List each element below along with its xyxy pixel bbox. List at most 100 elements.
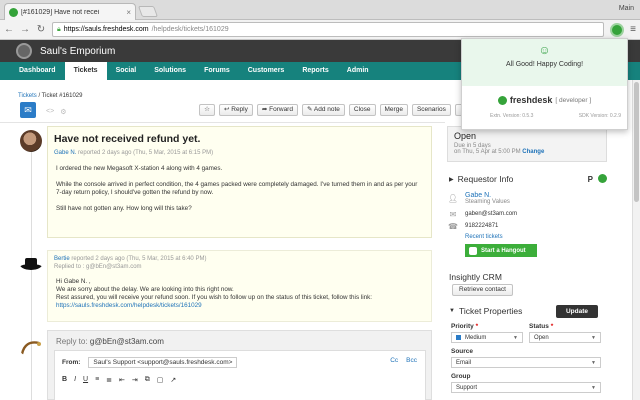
reply-button[interactable]: ↩ Reply <box>219 104 253 116</box>
change-due-link[interactable]: Change <box>522 149 544 155</box>
priority-select[interactable]: Medium ▼ <box>451 332 523 343</box>
underline-icon[interactable]: U <box>83 376 88 384</box>
scenarios-button[interactable]: Scenarios <box>411 104 451 116</box>
requester-heading-text: Requestor Info <box>457 174 514 184</box>
reply-greeting: Hi Gabe N. , <box>56 278 91 285</box>
star-button[interactable]: ☆ <box>199 104 215 116</box>
ticket-subject: Have not received refund yet. <box>54 133 201 145</box>
cc-link[interactable]: Cc <box>390 357 398 364</box>
nav-admin[interactable]: Admin <box>338 62 378 80</box>
breadcrumb-tickets-link[interactable]: Tickets <box>18 93 37 99</box>
from-select[interactable]: Saul's Support <support@sauls.freshdesk.… <box>88 357 238 368</box>
editor-toolbar: B I U ≡ ≣ ⇤ ⇥ ⧉ ▢ ↗ <box>62 376 425 384</box>
indent-icon[interactable]: ⇥ <box>132 376 138 384</box>
nav-tickets[interactable]: Tickets <box>64 62 107 80</box>
image-icon[interactable]: ▢ <box>157 376 164 384</box>
priority-group: Priority * Medium ▼ <box>451 320 523 343</box>
ticket-properties-text: Ticket Properties <box>458 306 523 316</box>
bullet-list-icon[interactable]: ≡ <box>95 376 99 384</box>
back-arrow-icon[interactable]: ← <box>4 24 14 35</box>
reply-editor[interactable]: From: Saul's Support <support@sauls.fres… <box>54 350 426 400</box>
source-select[interactable]: Email ▼ <box>451 357 601 368</box>
nav-customers[interactable]: Customers <box>239 62 294 80</box>
retrieve-contact-button[interactable]: Retrieve contact <box>452 284 513 296</box>
settings-icon[interactable]: ⚙ <box>60 108 66 116</box>
ticket-body: I ordered the new Megasoft X-station 4 a… <box>56 165 423 213</box>
ticket-author-link[interactable]: Gabe N. <box>54 150 76 156</box>
nav-dashboard[interactable]: Dashboard <box>10 62 65 80</box>
nav-reports[interactable]: Reports <box>293 62 337 80</box>
mail-icon: ✉ <box>449 209 457 219</box>
collapse-triangle-icon: ▼ <box>449 308 455 314</box>
url-host: https://sauls.freshdesk.com <box>63 26 149 33</box>
agent-reply: Bertie reported 2 days ago (Thu, 5 Mar, … <box>47 250 432 322</box>
italic-icon[interactable]: I <box>74 376 76 384</box>
nav-solutions[interactable]: Solutions <box>145 62 195 80</box>
nav-social[interactable]: Social <box>107 62 146 80</box>
group-select[interactable]: Support ▼ <box>451 382 601 393</box>
chevron-down-icon: ▼ <box>591 384 596 391</box>
outdent-icon[interactable]: ⇤ <box>119 376 125 384</box>
requester-email-row: ✉ gaben@st3am.com <box>447 208 607 220</box>
browser-tab[interactable]: [#161029] Have not recei × <box>4 3 136 20</box>
new-tab-button[interactable] <box>137 6 159 17</box>
breadcrumb: Tickets / Ticket #161029 <box>18 93 82 99</box>
freshdesk-app-icon[interactable] <box>598 174 607 183</box>
popup-versions: Extn. Version: 0.5.3 SDK Version: 0.2.9 <box>490 113 621 119</box>
forward-button[interactable]: ➦ Forward <box>256 104 298 116</box>
close-button[interactable]: Close <box>348 104 376 116</box>
requester-phone: 9182224871 <box>465 223 499 229</box>
ticket-status-box: Open Due in 5 days on Thu, 5 Apr at 5:00… <box>447 126 607 162</box>
profile-name[interactable]: Main <box>619 5 634 12</box>
ticket-meta: Gabe N. reported 2 days ago (Thu, 5 Mar,… <box>54 150 431 156</box>
reply-meta: Bertie reported 2 days ago (Thu, 5 Mar, … <box>54 256 431 262</box>
ticket-body-line: While the console arrived in perfect con… <box>56 181 418 196</box>
ticket-meta-text: reported 2 days ago (Thu, 5 Mar, 2015 at… <box>78 150 214 156</box>
requester-company: Steaming Values <box>465 198 510 205</box>
tab-close-icon[interactable]: × <box>126 8 131 17</box>
code-icon[interactable]: <> <box>46 108 54 116</box>
bold-icon[interactable]: B <box>62 376 67 384</box>
group-value: Support <box>456 384 478 391</box>
recent-tickets-link[interactable]: Recent tickets <box>465 234 607 240</box>
scrollbar-thumb[interactable] <box>634 82 639 202</box>
page-scrollbar[interactable] <box>632 80 640 400</box>
ticket-status-link[interactable]: https://sauls.freshdesk.com/helpdesk/tic… <box>56 302 202 309</box>
link-icon[interactable]: ↗ <box>170 376 176 384</box>
priority-status-row: Priority * Medium ▼ Status * Open ▼ <box>451 320 601 343</box>
add-note-button[interactable]: ✎ Add note <box>301 104 345 116</box>
freshdesk-extension-icon[interactable] <box>610 22 625 37</box>
start-hangout-button[interactable]: Start a Hangout <box>465 244 537 257</box>
reply-avatar-whip <box>20 341 41 355</box>
brand-name: freshdesk <box>509 95 553 105</box>
update-button[interactable]: Update <box>556 305 598 318</box>
divider <box>0 122 445 123</box>
requester-heading[interactable]: ▶ Requestor Info P <box>449 174 609 184</box>
numbered-list-icon[interactable]: ≣ <box>106 376 112 384</box>
nav-forums[interactable]: Forums <box>195 62 239 80</box>
bcc-link[interactable]: Bcc <box>406 357 417 364</box>
status-group: Status * Open ▼ <box>529 320 601 343</box>
merge-button[interactable]: Merge <box>379 104 408 116</box>
priority-color-icon <box>456 335 461 340</box>
requester-name-link[interactable]: Gabe N. <box>465 192 510 199</box>
browser-menu-icon[interactable]: ≡ <box>630 24 636 35</box>
status-value: Open <box>534 334 549 341</box>
address-bar[interactable]: 🔒︎ https://sauls.freshdesk.com/helpdesk/… <box>52 22 605 37</box>
reply-author-link[interactable]: Bertie <box>54 256 70 262</box>
forward-arrow-icon[interactable]: → <box>20 24 30 35</box>
reply-line: We are sorry about the delay. We are loo… <box>56 286 234 293</box>
app-logo-icon[interactable] <box>16 43 32 59</box>
status-select[interactable]: Open ▼ <box>529 332 601 343</box>
sdk-version: SDK Version: 0.2.9 <box>578 113 621 119</box>
reply-body: Hi Gabe N. , We are sorry about the dela… <box>56 278 423 310</box>
requester-email: gaben@st3am.com <box>465 211 518 217</box>
reload-icon[interactable]: ↻ <box>36 24 46 35</box>
status-label: Open <box>454 131 477 141</box>
popup-message: All Good! Happy Coding! <box>505 61 584 68</box>
p-badge-icon[interactable]: P <box>588 175 593 184</box>
phone-icon: ☎ <box>448 221 458 231</box>
code-block-icon[interactable]: ⧉ <box>145 376 150 384</box>
replied-to: Replied to : g@bEn@st3am.com <box>54 264 142 270</box>
reply-to-email: g@bEn@st3am.com <box>89 337 164 346</box>
